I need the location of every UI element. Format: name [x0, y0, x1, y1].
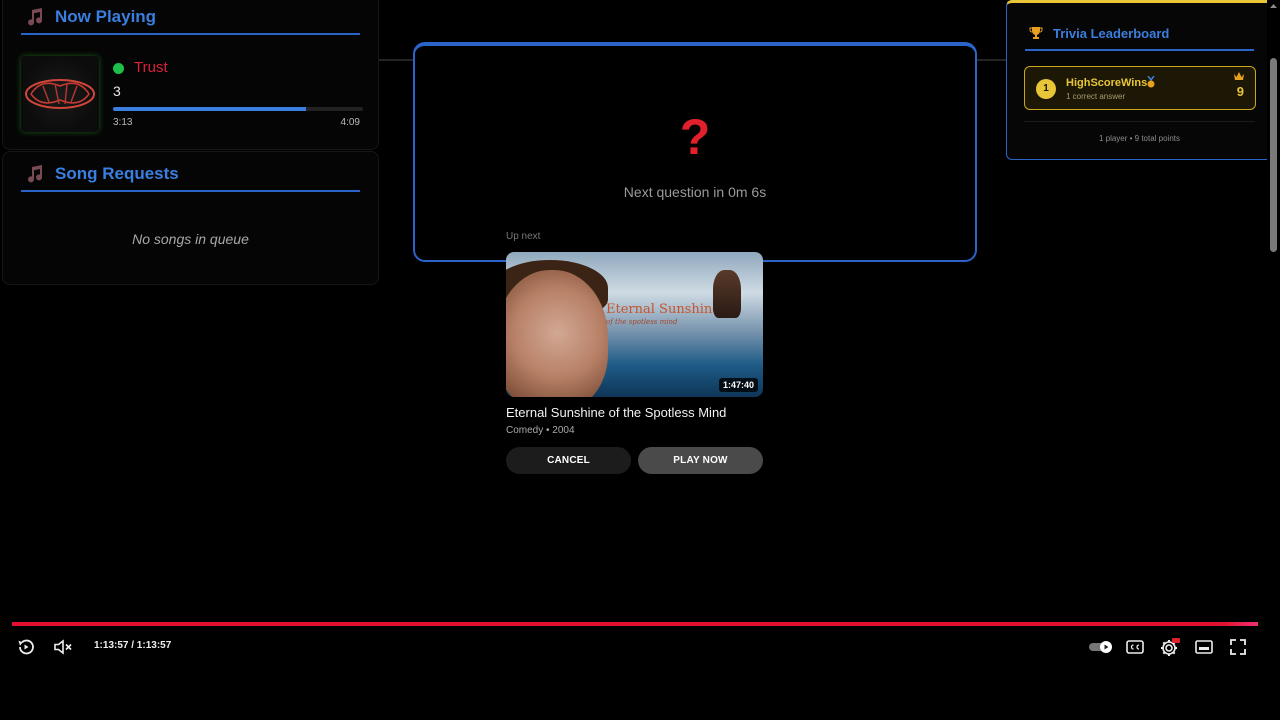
trivia-leaderboard: Trivia Leaderboard 1 HighScoreWins 1 cor… [1006, 0, 1273, 160]
track-progress-bar[interactable] [113, 107, 363, 111]
track-progress-fill [113, 107, 306, 111]
mute-icon[interactable] [52, 636, 74, 658]
leaderboard-entry: 1 HighScoreWins 1 correct answer 9 [1024, 66, 1256, 110]
video-progress-fill [12, 622, 1258, 626]
up-next-label: Up next [506, 231, 541, 242]
cancel-button[interactable]: CANCEL [506, 447, 631, 474]
trivia-countdown-box: ? Next question in 0m 6s [413, 42, 977, 262]
track-duration: 4:09 [340, 117, 360, 128]
leaderboard-header: Trivia Leaderboard [1025, 17, 1254, 51]
now-playing-panel: Now Playing Trust 3 3:13 4:09 [2, 0, 379, 150]
medal-icon [1147, 76, 1155, 88]
settings-gear-icon[interactable] [1158, 636, 1180, 658]
scroll-up-arrow-icon[interactable] [1267, 2, 1280, 10]
track-artist: 3 [113, 83, 121, 99]
page-scrollbar[interactable] [1267, 0, 1280, 662]
thumbnail-poster-subtitle: of the spotless mind [606, 318, 678, 326]
trophy-icon [1029, 27, 1043, 39]
video-progress-bar[interactable] [12, 622, 1258, 626]
track-elapsed: 3:13 [113, 117, 133, 128]
fullscreen-icon[interactable] [1227, 636, 1249, 658]
player-name: HighScoreWins [1066, 77, 1148, 89]
now-playing-header: Now Playing [21, 1, 360, 35]
leaderboard-summary: 1 player • 9 total points [1098, 134, 1181, 143]
replay-icon[interactable] [15, 636, 37, 658]
rank-badge: 1 [1036, 79, 1056, 99]
song-requests-header: Song Requests [21, 158, 360, 192]
leaderboard-divider [1024, 121, 1255, 122]
up-next-meta: Comedy • 2004 [506, 425, 575, 436]
crown-icon [1234, 72, 1244, 80]
playing-status-dot [113, 63, 124, 74]
music-note-icon [28, 165, 43, 183]
album-logo-icon [25, 79, 95, 109]
video-duration-badge: 1:47:40 [718, 378, 758, 392]
empty-queue-message: No songs in queue [132, 231, 249, 247]
player-correct-answers: 1 correct answer [1066, 92, 1126, 101]
music-note-icon [28, 8, 43, 26]
leaderboard-title: Trivia Leaderboard [1053, 25, 1170, 41]
autoplay-toggle-icon[interactable] [1089, 640, 1113, 654]
thumbnail-figures-shape [713, 270, 741, 318]
question-mark-icon: ? [679, 109, 711, 165]
track-title: Trust [134, 59, 168, 76]
player-score: 9 [1236, 84, 1244, 99]
now-playing-title: Now Playing [55, 7, 157, 26]
song-requests-title: Song Requests [55, 164, 179, 183]
video-time: 1:13:57 / 1:13:57 [94, 640, 172, 651]
song-requests-panel: Song Requests No songs in queue [2, 151, 379, 285]
play-now-button[interactable]: PLAY NOW [638, 447, 763, 474]
up-next-title[interactable]: Eternal Sunshine of the Spotless Mind [506, 405, 726, 420]
album-art [21, 56, 99, 132]
thumbnail-poster-title: Eternal Sunshine [606, 302, 720, 317]
scrollbar-thumb[interactable] [1270, 58, 1277, 252]
next-question-countdown: Next question in 0m 6s [623, 184, 767, 200]
up-next-thumbnail[interactable]: Eternal Sunshine of the spotless mind 1:… [506, 252, 763, 397]
theater-mode-icon[interactable] [1193, 636, 1215, 658]
closed-captions-icon[interactable] [1124, 636, 1146, 658]
